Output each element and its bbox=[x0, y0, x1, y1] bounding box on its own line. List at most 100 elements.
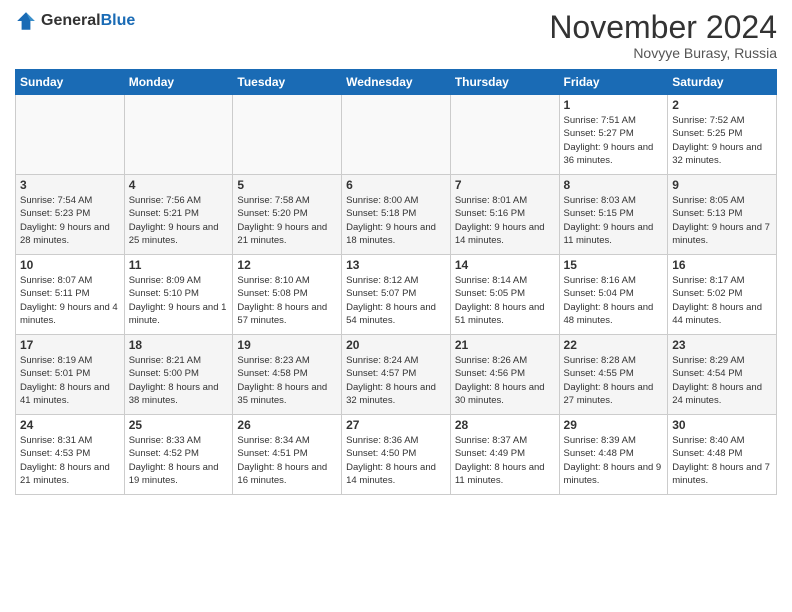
calendar-cell: 1 Sunrise: 7:51 AMSunset: 5:27 PMDaylight… bbox=[559, 95, 668, 175]
day-info: Sunrise: 8:03 AMSunset: 5:15 PMDaylight:… bbox=[564, 194, 664, 247]
calendar-cell: 30 Sunrise: 8:40 AMSunset: 4:48 PMDayligh… bbox=[668, 415, 777, 495]
calendar-cell: 13 Sunrise: 8:12 AMSunset: 5:07 PMDayligh… bbox=[342, 255, 451, 335]
calendar-cell: 6Sunrise: 8:00 AMSunset: 5:18 PMDaylight… bbox=[342, 175, 451, 255]
day-info: Sunrise: 8:33 AMSunset: 4:52 PMDaylight:… bbox=[129, 434, 229, 487]
calendar-cell: 21 Sunrise: 8:26 AMSunset: 4:56 PMDayligh… bbox=[450, 335, 559, 415]
logo-text: GeneralBlue bbox=[41, 12, 135, 30]
day-number: 19 bbox=[237, 338, 337, 352]
calendar-cell: 10 Sunrise: 8:07 AMSunset: 5:11 PMDayligh… bbox=[16, 255, 125, 335]
day-number: 4 bbox=[129, 178, 229, 192]
calendar-cell: 16Sunrise: 8:17 AMSunset: 5:02 PMDayligh… bbox=[668, 255, 777, 335]
day-info: Sunrise: 8:16 AMSunset: 5:04 PMDaylight:… bbox=[564, 274, 664, 327]
calendar-cell: 18Sunrise: 8:21 AMSunset: 5:00 PMDayligh… bbox=[124, 335, 233, 415]
page-container: GeneralBlue November 2024 Novyye Burasy,… bbox=[0, 0, 792, 505]
calendar-cell bbox=[16, 95, 125, 175]
day-info: Sunrise: 8:00 AMSunset: 5:18 PMDaylight:… bbox=[346, 194, 446, 247]
day-number: 7 bbox=[455, 178, 555, 192]
day-number: 5 bbox=[237, 178, 337, 192]
day-number: 2 bbox=[672, 98, 772, 112]
day-info: Sunrise: 8:05 AMSunset: 5:13 PMDaylight:… bbox=[672, 194, 772, 247]
day-info: Sunrise: 8:09 AMSunset: 5:10 PMDaylight:… bbox=[129, 274, 229, 327]
day-number: 18 bbox=[129, 338, 229, 352]
logo-general: General bbox=[41, 12, 101, 29]
day-info: Sunrise: 8:31 AMSunset: 4:53 PMDaylight:… bbox=[20, 434, 120, 487]
calendar-day-header: Thursday bbox=[450, 70, 559, 95]
day-number: 21 bbox=[455, 338, 555, 352]
day-info: Sunrise: 8:36 AMSunset: 4:50 PMDaylight:… bbox=[346, 434, 446, 487]
day-info: Sunrise: 8:23 AMSunset: 4:58 PMDaylight:… bbox=[237, 354, 337, 407]
day-number: 25 bbox=[129, 418, 229, 432]
calendar-cell: 14Sunrise: 8:14 AMSunset: 5:05 PMDayligh… bbox=[450, 255, 559, 335]
day-info: Sunrise: 7:54 AMSunset: 5:23 PMDaylight:… bbox=[20, 194, 120, 247]
calendar-day-header: Sunday bbox=[16, 70, 125, 95]
day-info: Sunrise: 8:12 AMSunset: 5:07 PMDaylight:… bbox=[346, 274, 446, 327]
calendar-cell bbox=[342, 95, 451, 175]
calendar-cell: 24 Sunrise: 8:31 AMSunset: 4:53 PMDayligh… bbox=[16, 415, 125, 495]
day-info: Sunrise: 8:28 AMSunset: 4:55 PMDaylight:… bbox=[564, 354, 664, 407]
location: Novyye Burasy, Russia bbox=[549, 45, 777, 61]
day-info: Sunrise: 8:07 AMSunset: 5:11 PMDaylight:… bbox=[20, 274, 120, 327]
calendar-day-header: Wednesday bbox=[342, 70, 451, 95]
day-info: Sunrise: 8:10 AMSunset: 5:08 PMDaylight:… bbox=[237, 274, 337, 327]
day-number: 29 bbox=[564, 418, 664, 432]
calendar-cell bbox=[450, 95, 559, 175]
day-info: Sunrise: 7:51 AMSunset: 5:27 PMDaylight:… bbox=[564, 114, 664, 167]
day-number: 24 bbox=[20, 418, 120, 432]
calendar-day-header: Friday bbox=[559, 70, 668, 95]
calendar-cell: 20 Sunrise: 8:24 AMSunset: 4:57 PMDayligh… bbox=[342, 335, 451, 415]
day-number: 8 bbox=[564, 178, 664, 192]
month-title: November 2024 bbox=[549, 10, 777, 45]
calendar-cell: 23Sunrise: 8:29 AMSunset: 4:54 PMDayligh… bbox=[668, 335, 777, 415]
calendar-cell: 12 Sunrise: 8:10 AMSunset: 5:08 PMDayligh… bbox=[233, 255, 342, 335]
calendar-week-row: 17 Sunrise: 8:19 AMSunset: 5:01 PMDayligh… bbox=[16, 335, 777, 415]
day-number: 10 bbox=[20, 258, 120, 272]
logo-icon bbox=[15, 10, 37, 32]
calendar-cell: 22 Sunrise: 8:28 AMSunset: 4:55 PMDayligh… bbox=[559, 335, 668, 415]
day-info: Sunrise: 8:19 AMSunset: 5:01 PMDaylight:… bbox=[20, 354, 120, 407]
calendar-cell: 15 Sunrise: 8:16 AMSunset: 5:04 PMDayligh… bbox=[559, 255, 668, 335]
day-number: 22 bbox=[564, 338, 664, 352]
calendar-cell: 2Sunrise: 7:52 AMSunset: 5:25 PMDaylight… bbox=[668, 95, 777, 175]
day-info: Sunrise: 8:24 AMSunset: 4:57 PMDaylight:… bbox=[346, 354, 446, 407]
calendar-week-row: 1 Sunrise: 7:51 AMSunset: 5:27 PMDaylight… bbox=[16, 95, 777, 175]
day-info: Sunrise: 7:58 AMSunset: 5:20 PMDaylight:… bbox=[237, 194, 337, 247]
day-info: Sunrise: 8:29 AMSunset: 4:54 PMDaylight:… bbox=[672, 354, 772, 407]
day-number: 1 bbox=[564, 98, 664, 112]
calendar-cell: 29 Sunrise: 8:39 AMSunset: 4:48 PMDayligh… bbox=[559, 415, 668, 495]
calendar-week-row: 24 Sunrise: 8:31 AMSunset: 4:53 PMDayligh… bbox=[16, 415, 777, 495]
calendar-day-header: Monday bbox=[124, 70, 233, 95]
day-number: 27 bbox=[346, 418, 446, 432]
day-number: 30 bbox=[672, 418, 772, 432]
day-number: 17 bbox=[20, 338, 120, 352]
day-info: Sunrise: 8:14 AMSunset: 5:05 PMDaylight:… bbox=[455, 274, 555, 327]
day-info: Sunrise: 8:39 AMSunset: 4:48 PMDaylight:… bbox=[564, 434, 664, 487]
day-info: Sunrise: 8:26 AMSunset: 4:56 PMDaylight:… bbox=[455, 354, 555, 407]
day-number: 15 bbox=[564, 258, 664, 272]
calendar-cell: 17 Sunrise: 8:19 AMSunset: 5:01 PMDayligh… bbox=[16, 335, 125, 415]
calendar-cell: 9Sunrise: 8:05 AMSunset: 5:13 PMDaylight… bbox=[668, 175, 777, 255]
day-number: 13 bbox=[346, 258, 446, 272]
day-info: Sunrise: 8:01 AMSunset: 5:16 PMDaylight:… bbox=[455, 194, 555, 247]
day-number: 26 bbox=[237, 418, 337, 432]
header: GeneralBlue November 2024 Novyye Burasy,… bbox=[15, 10, 777, 61]
calendar-cell: 19 Sunrise: 8:23 AMSunset: 4:58 PMDayligh… bbox=[233, 335, 342, 415]
day-number: 28 bbox=[455, 418, 555, 432]
day-info: Sunrise: 8:40 AMSunset: 4:48 PMDaylight:… bbox=[672, 434, 772, 487]
day-number: 3 bbox=[20, 178, 120, 192]
calendar-cell: 11Sunrise: 8:09 AMSunset: 5:10 PMDayligh… bbox=[124, 255, 233, 335]
calendar-day-header: Tuesday bbox=[233, 70, 342, 95]
calendar-day-header: Saturday bbox=[668, 70, 777, 95]
calendar-cell: 28Sunrise: 8:37 AMSunset: 4:49 PMDayligh… bbox=[450, 415, 559, 495]
calendar-cell: 4 Sunrise: 7:56 AMSunset: 5:21 PMDaylight… bbox=[124, 175, 233, 255]
calendar-cell: 8 Sunrise: 8:03 AMSunset: 5:15 PMDaylight… bbox=[559, 175, 668, 255]
calendar-week-row: 10 Sunrise: 8:07 AMSunset: 5:11 PMDayligh… bbox=[16, 255, 777, 335]
day-number: 20 bbox=[346, 338, 446, 352]
day-info: Sunrise: 8:17 AMSunset: 5:02 PMDaylight:… bbox=[672, 274, 772, 327]
day-number: 12 bbox=[237, 258, 337, 272]
calendar-cell: 26Sunrise: 8:34 AMSunset: 4:51 PMDayligh… bbox=[233, 415, 342, 495]
calendar-table: SundayMondayTuesdayWednesdayThursdayFrid… bbox=[15, 69, 777, 495]
calendar-cell bbox=[233, 95, 342, 175]
calendar-week-row: 3 Sunrise: 7:54 AMSunset: 5:23 PMDaylight… bbox=[16, 175, 777, 255]
title-section: November 2024 Novyye Burasy, Russia bbox=[549, 10, 777, 61]
day-info: Sunrise: 7:56 AMSunset: 5:21 PMDaylight:… bbox=[129, 194, 229, 247]
